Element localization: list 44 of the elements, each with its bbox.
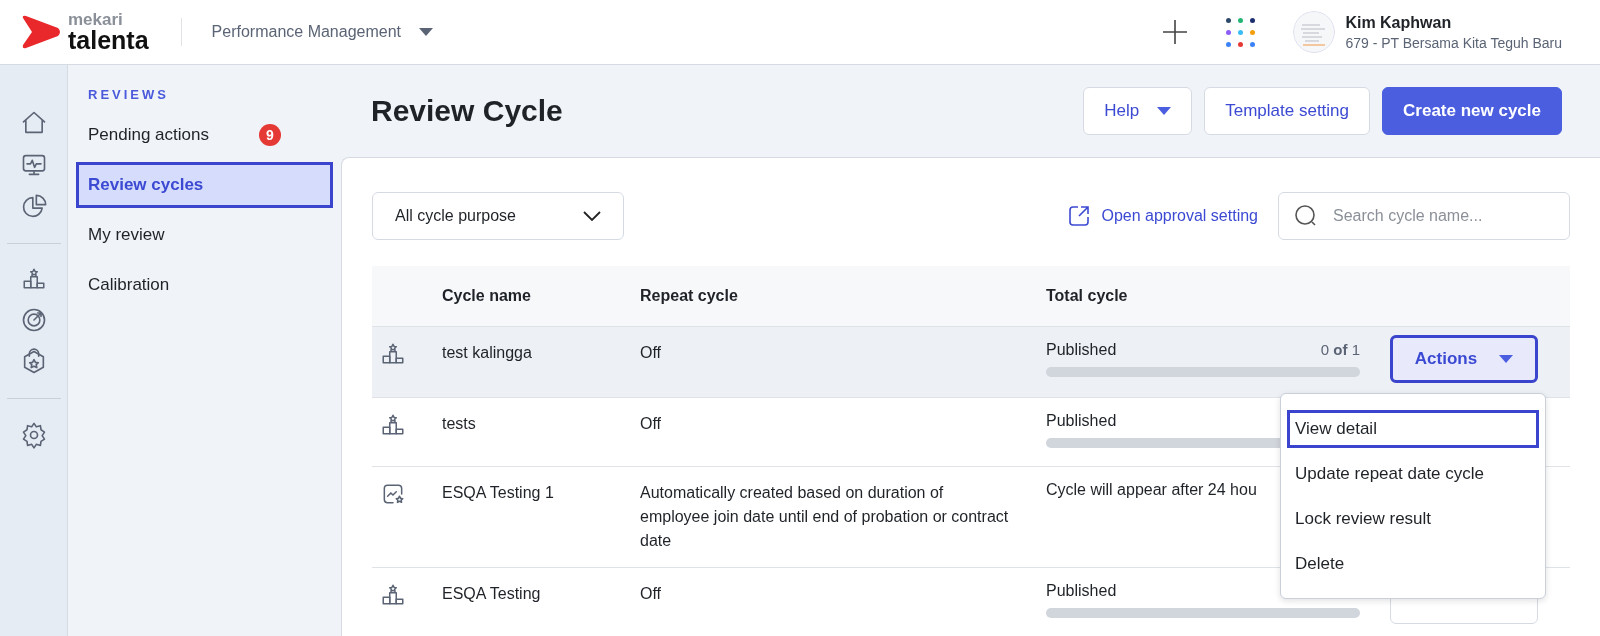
purpose-dropdown[interactable]: All cycle purpose <box>372 192 624 240</box>
sidebar-item[interactable]: Calibration <box>76 262 333 308</box>
count-badge: 9 <box>259 124 281 146</box>
cycle-name: test kalingga <box>442 343 533 363</box>
repeat-cycle: Off <box>640 414 663 434</box>
cycle-name: ESQA Testing 1 <box>442 483 555 503</box>
user-name: Kim Kaphwan <box>1345 13 1453 32</box>
product-switcher[interactable]: Performance Management <box>211 23 434 41</box>
header-button[interactable]: Create new cycle <box>1382 87 1562 135</box>
approval-setting-link[interactable]: Open approval setting <box>1067 204 1258 228</box>
caret-icon <box>1499 355 1514 363</box>
logo-icon <box>20 15 62 49</box>
cycle-status: Cycle will appear after 24 hou <box>1046 481 1257 499</box>
caret-icon <box>419 28 434 36</box>
page-title: Review Cycle <box>371 94 564 128</box>
column-header: Total cycle <box>1046 287 1129 305</box>
apps-icon[interactable] <box>1226 17 1256 47</box>
cycle-status: Published <box>1046 341 1117 359</box>
sidebar-item[interactable]: Pending actions 9 <box>76 112 333 158</box>
repeat-cycle: Automatically created based on duration of employee join date until end of probation or contract date <box>640 483 1010 551</box>
repeat-cycle: Off <box>640 343 663 363</box>
cycle-count: 0 of 1 <box>1320 341 1360 359</box>
logo-text: mekari <box>68 11 124 28</box>
company-name: 679 - PT Bersama Kita Teguh Baru <box>1345 34 1562 51</box>
menu-item[interactable]: Lock review result <box>1287 500 1539 538</box>
cycle-name: tests <box>442 414 477 434</box>
cycle-status: Published <box>1046 582 1117 600</box>
caret-icon <box>1157 107 1172 115</box>
menu-item[interactable]: View detail <box>1287 410 1539 448</box>
actions-button[interactable]: Actions <box>1390 335 1538 383</box>
external-link-icon <box>1067 204 1092 228</box>
section-title: REVIEWS <box>87 87 170 104</box>
help-dropdown[interactable]: Help <box>1083 87 1193 135</box>
column-header: Cycle name <box>442 287 532 305</box>
chevron-down-icon <box>583 211 601 221</box>
column-header: Repeat cycle <box>640 287 739 305</box>
add-icon[interactable] <box>1162 19 1189 45</box>
logo-name: talenta <box>68 28 149 53</box>
header-button[interactable]: Template setting <box>1204 87 1371 135</box>
sidebar-item[interactable]: Review cycles <box>76 162 333 208</box>
sidebar-item[interactable]: My review <box>76 212 333 258</box>
search-field[interactable]: Search cycle name... <box>1278 192 1570 240</box>
search-icon <box>1294 204 1318 228</box>
cycle-status: Published <box>1046 412 1117 430</box>
